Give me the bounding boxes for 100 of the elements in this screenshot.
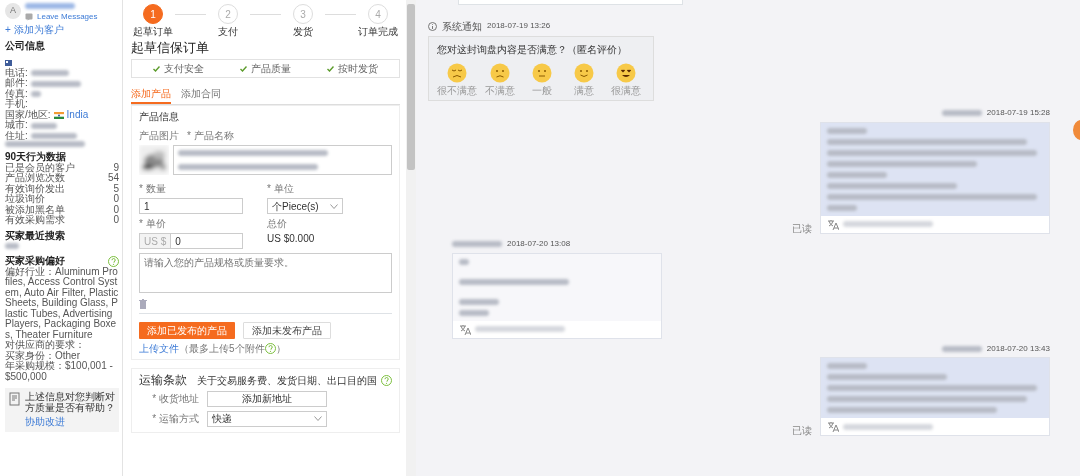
smile-face-icon — [574, 63, 594, 83]
check-icon — [327, 65, 334, 72]
field-label: 电话: — [5, 67, 28, 79]
info-icon — [428, 22, 437, 31]
currency-prefix: US $ — [140, 234, 172, 249]
survey-question: 您对这封询盘内容是否满意？（匿名评价） — [437, 44, 628, 55]
help-icon[interactable] — [264, 342, 276, 354]
rating-option[interactable]: 很满意 — [607, 63, 645, 96]
redacted-text — [827, 127, 867, 134]
unit-select[interactable]: 个Piece(s) — [267, 198, 343, 215]
redacted-text — [827, 363, 867, 370]
field-label: * 运输方式 — [151, 413, 199, 425]
stat-label: 有效询价发出 — [5, 183, 65, 195]
translate-icon — [827, 421, 839, 433]
preference-text: 对供应商的要求： — [5, 340, 86, 351]
field-label: 邮件: — [5, 78, 28, 89]
preference-text: 买家身份：Other — [5, 350, 80, 362]
timestamp: 2018-07-20 13:08 — [507, 239, 571, 249]
preference-text: 偏好行业：Aluminum Profiles, Access Control System, Auto Air Filter, Plastic Sheets, Building Glass, Plastic Tubes, Advertising Players, Packaging Boxes, Theater Furniture — [5, 266, 119, 341]
card-title: 运输条款 — [139, 373, 187, 387]
shipping-note: 关于交易服务费、发货日期、出口目的国 — [197, 374, 377, 386]
business-card-icon — [5, 59, 12, 66]
leave-messages-link[interactable]: Leave Messages — [37, 13, 98, 22]
stat-label: 有效采购需求 — [5, 215, 65, 226]
translate-icon — [827, 218, 839, 230]
preference-text: 年采购规模：$100,001 - $500,000 — [5, 361, 114, 383]
redacted-text — [25, 3, 75, 9]
redacted-text — [5, 243, 19, 250]
section-title: 90天行为数据 — [5, 152, 67, 163]
read-receipt: 已读 — [792, 222, 812, 234]
redacted-text — [941, 346, 982, 352]
step-circle: 4 — [368, 4, 388, 24]
product-name-field[interactable] — [173, 145, 392, 176]
page-title: 起草信保订单 — [131, 41, 210, 56]
stat-value: 54 — [107, 173, 119, 184]
stat-label: 垃圾询价 — [5, 194, 45, 205]
add-customer-link[interactable]: + 添加为客户 — [5, 25, 119, 36]
translate-icon — [459, 323, 471, 335]
price-value: 0 — [174, 235, 181, 247]
redacted-text — [941, 110, 982, 117]
stat-label: 被添加黑名单 — [5, 204, 65, 216]
scrollbar-thumb[interactable] — [407, 4, 415, 170]
field-label: 传真: — [5, 88, 28, 100]
field-label: * 收货地址 — [151, 393, 199, 405]
stat-label: 产品浏览次数 — [5, 173, 65, 184]
redacted-text — [30, 122, 57, 129]
rating-option[interactable]: 不满意 — [481, 63, 519, 96]
redacted-text — [827, 204, 857, 211]
step-circle: 2 — [218, 4, 238, 24]
guarantee-label: 支付安全 — [164, 63, 204, 75]
flag-icon — [53, 111, 64, 119]
redacted-text — [30, 70, 69, 77]
step-label: 支付 — [218, 26, 238, 37]
add-product-button[interactable]: 添加已发布的产品 — [139, 321, 235, 339]
redacted-text — [827, 171, 887, 178]
guarantee-label: 按时发货 — [338, 63, 378, 75]
quantity-field[interactable]: 1 — [139, 198, 243, 215]
step-label: 发货 — [293, 26, 313, 37]
add-product-button[interactable]: 添加未发布产品 — [243, 321, 331, 339]
stat-value: 9 — [113, 162, 119, 173]
timestamp: 2018-07-19 15:28 — [986, 109, 1050, 118]
tab[interactable]: 添加合同 — [181, 86, 221, 105]
shipping-method-select[interactable]: 快递 — [207, 410, 327, 427]
stat-value: 5 — [113, 183, 119, 194]
card-title: 产品信息 — [139, 111, 180, 123]
section-title: 买家采购偏好 — [5, 256, 65, 267]
frown-face-icon — [447, 63, 467, 83]
step-circle: 3 — [293, 4, 313, 24]
field-label: 住址: — [5, 130, 28, 142]
upload-note: ） — [275, 342, 286, 354]
country-link[interactable]: India — [66, 109, 89, 121]
step-label: 起草订单 — [133, 26, 173, 37]
improve-link[interactable]: 协助改进 — [25, 417, 115, 428]
timestamp: 2018-07-20 13:43 — [986, 344, 1050, 354]
add-address-button[interactable]: 添加新地址 — [207, 390, 327, 407]
tab[interactable]: 添加产品 — [131, 86, 171, 105]
avatar: A — [5, 3, 21, 19]
upload-link[interactable]: 上传文件 — [139, 342, 179, 354]
upload-note: （最多上传5个附件 — [179, 342, 265, 354]
field-label: * 单位 — [267, 183, 295, 195]
heart-eyes-face-icon — [616, 63, 636, 83]
total-value: US $0.000 — [267, 233, 316, 245]
help-icon[interactable] — [108, 255, 119, 267]
trash-icon[interactable] — [139, 298, 147, 309]
redacted-text — [459, 298, 499, 305]
document-icon — [9, 392, 21, 407]
section-title: 公司信息 — [5, 40, 46, 52]
redacted-text — [30, 91, 41, 98]
stat-value: 0 — [113, 204, 119, 215]
redacted-text — [452, 241, 502, 248]
step-label: 订单完成 — [358, 26, 398, 37]
spec-field[interactable]: 请输入您的产品规格或质量要求。 — [139, 253, 392, 294]
neutral-face-icon — [532, 63, 552, 83]
read-receipt: 已读 — [792, 425, 812, 437]
price-field[interactable]: US $ 0 — [139, 233, 243, 250]
stat-value: 0 — [113, 194, 119, 205]
help-icon[interactable] — [381, 374, 392, 386]
rating-option[interactable]: 很不满意 — [437, 63, 477, 96]
rating-option[interactable]: 满意 — [565, 63, 603, 96]
field-label: * 单价 — [139, 218, 167, 230]
